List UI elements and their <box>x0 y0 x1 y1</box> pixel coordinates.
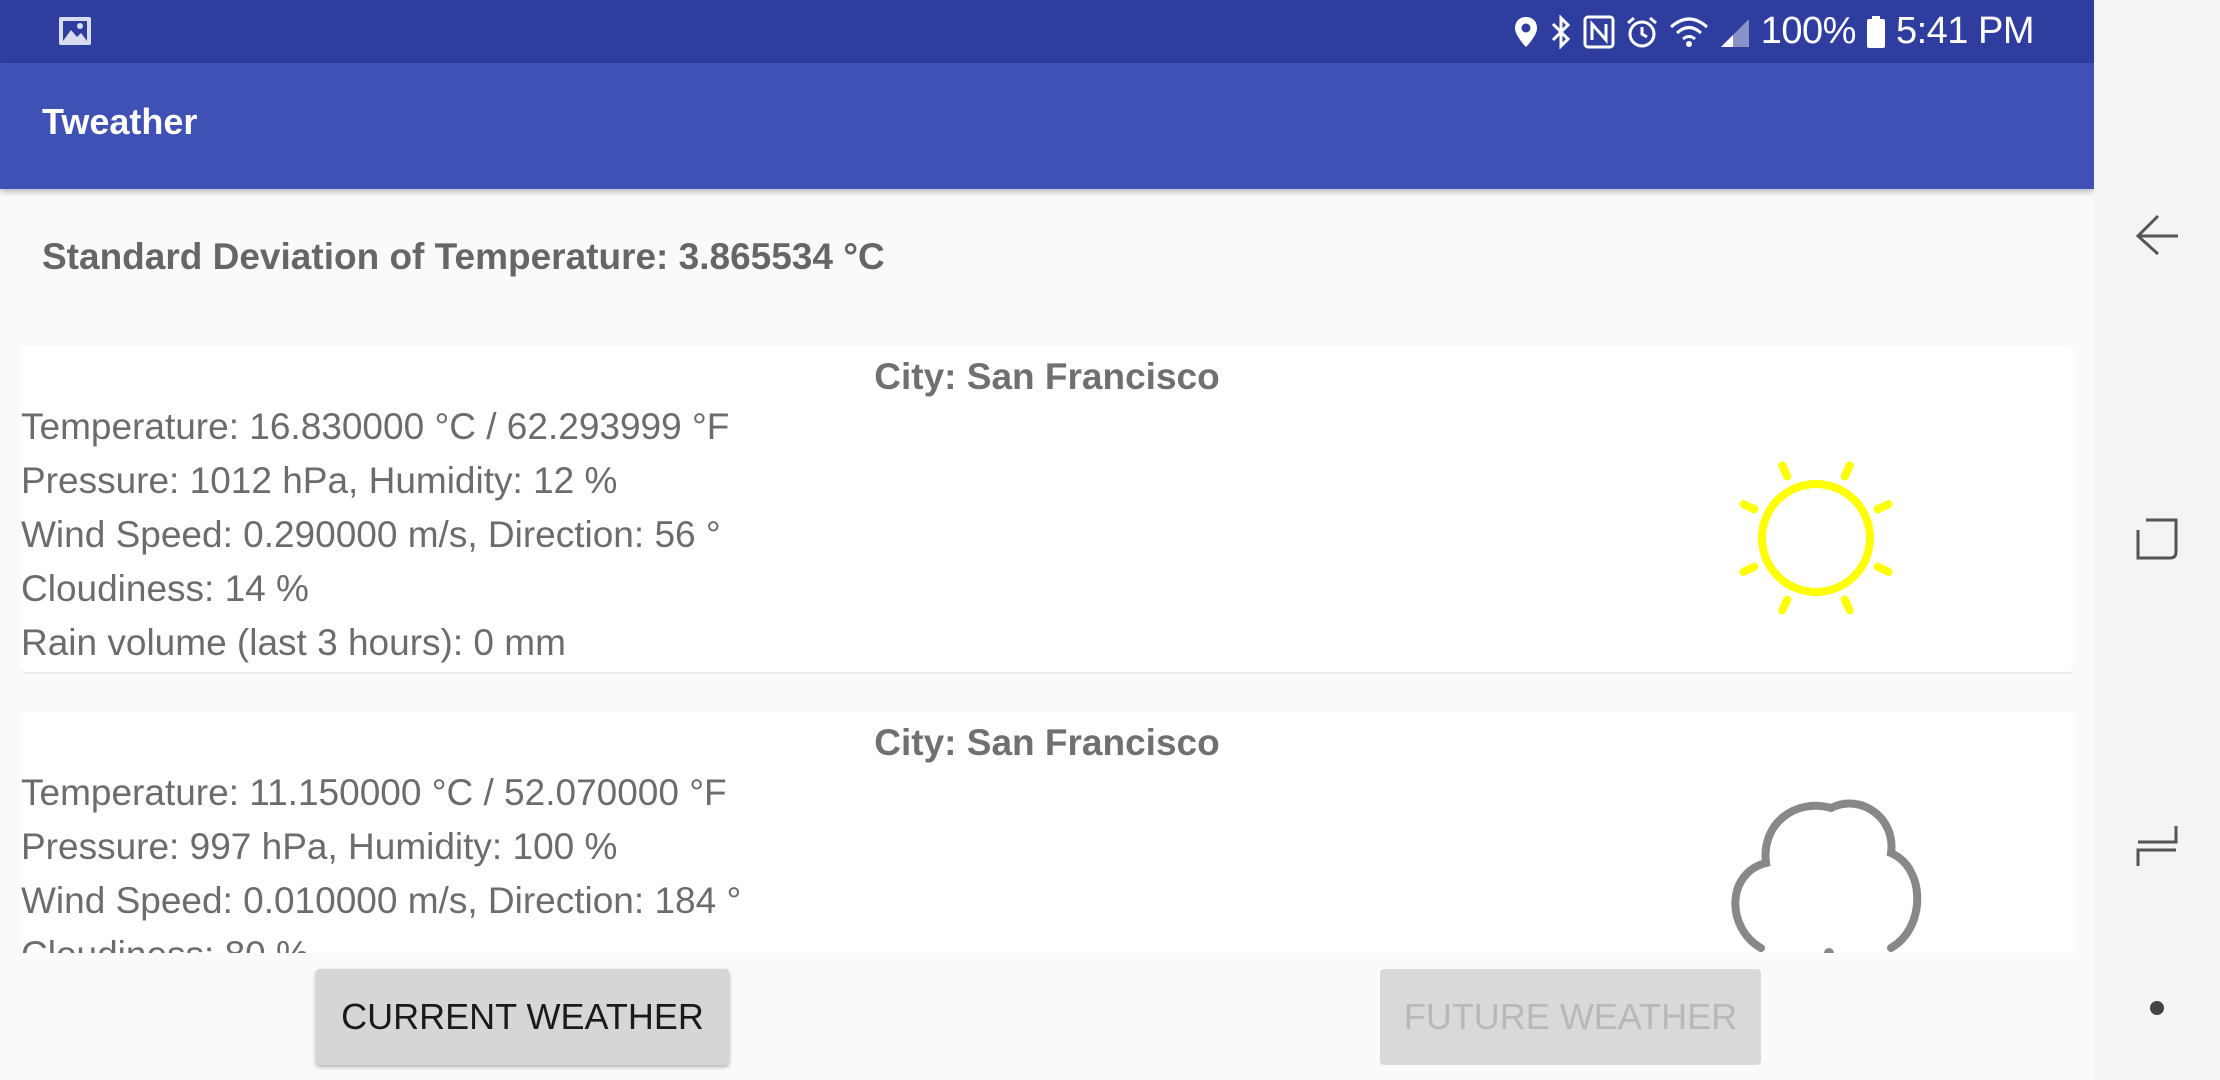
cloud-icon <box>1731 799 1922 953</box>
card-temperature: Temperature: 11.150000 °C / 52.070000 °F <box>21 772 727 813</box>
dot-icon <box>2150 1001 2164 1015</box>
status-icons: 100% 5:41 PM <box>1513 0 2035 63</box>
location-icon <box>1514 16 1537 47</box>
card-temperature: Temperature: 16.830000 °C / 62.293999 °F <box>21 406 730 447</box>
nav-dot-button[interactable] <box>2094 998 2220 1018</box>
weather-card[interactable]: City: San Francisco Temperature: 16.8300… <box>21 346 2073 672</box>
status-bar: 100% 5:41 PM <box>0 0 2094 63</box>
battery-percent: 100% <box>1760 10 1857 52</box>
back-icon <box>2135 214 2178 256</box>
home-square-icon <box>2136 518 2178 560</box>
std-dev-label: Standard Deviation of Temperature: 3.865… <box>42 236 885 277</box>
card-wind: Wind Speed: 0.010000 m/s, Direction: 184… <box>21 880 742 921</box>
card-city: City: San Francisco <box>874 722 1220 763</box>
recent-apps-icon <box>2136 826 2178 866</box>
home-button[interactable] <box>2094 516 2220 562</box>
recent-apps-button[interactable] <box>2094 822 2220 868</box>
sun-icon <box>1739 461 1893 615</box>
alarm-icon <box>1626 16 1657 47</box>
card-pressure-humidity: Pressure: 1012 hPa, Humidity: 12 % <box>21 460 618 501</box>
card-city: City: San Francisco <box>874 356 1220 397</box>
app-title: Tweather <box>42 101 198 142</box>
card-cloudiness: Cloudiness: 14 % <box>21 568 309 609</box>
navigation-bar <box>2094 0 2220 1080</box>
wifi-icon <box>1669 17 1708 47</box>
bluetooth-icon <box>1551 14 1570 49</box>
weather-card[interactable]: City: San Francisco Temperature: 11.1500… <box>21 712 2073 953</box>
app-screen: 100% 5:41 PM Tweather Standard Deviation… <box>0 0 2094 1080</box>
signal-icon <box>1720 18 1749 47</box>
card-pressure-humidity: Pressure: 997 hPa, Humidity: 100 % <box>21 826 618 867</box>
future-weather-button[interactable]: FUTURE WEATHER <box>1380 969 1761 1065</box>
gallery-notification-icon <box>59 17 91 45</box>
current-weather-button[interactable]: CURRENT WEATHER <box>316 969 729 1065</box>
bottom-button-row: CURRENT WEATHER FUTURE WEATHER <box>0 953 2094 1080</box>
battery-icon <box>1866 15 1885 48</box>
app-bar: Tweather <box>0 63 2094 189</box>
back-button[interactable] <box>2094 212 2220 258</box>
nfc-icon <box>1583 15 1615 48</box>
weather-list[interactable]: City: San Francisco Temperature: 16.8300… <box>21 346 2073 953</box>
card-rain: Rain volume (last 3 hours): 0 mm <box>21 622 566 663</box>
card-cloudiness: Cloudiness: 80 % <box>21 934 309 953</box>
clock: 5:41 PM <box>1895 10 2035 52</box>
card-wind: Wind Speed: 0.290000 m/s, Direction: 56 … <box>21 514 721 555</box>
